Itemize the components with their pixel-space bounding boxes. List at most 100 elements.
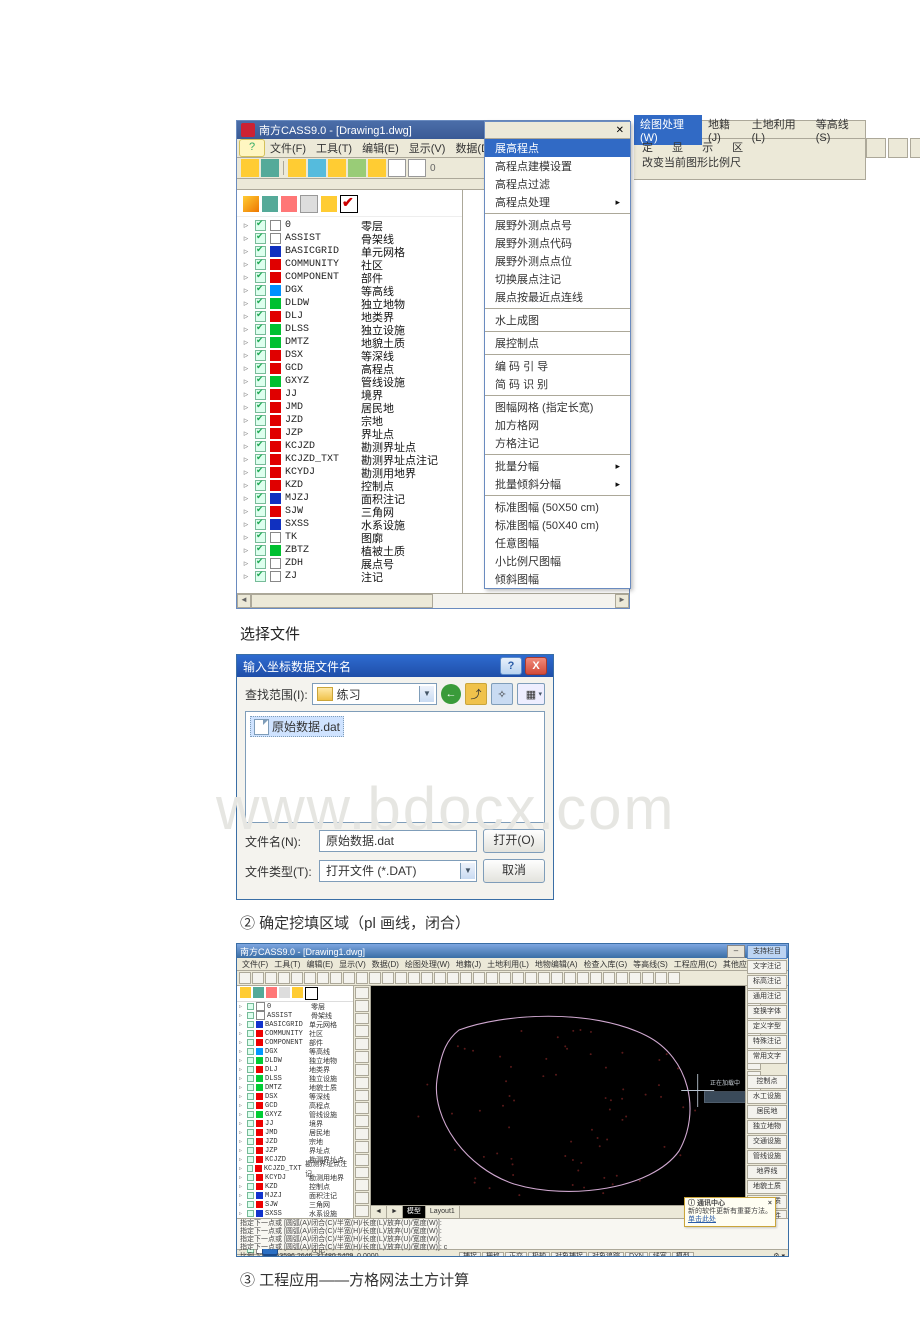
menu-edit[interactable]: 编辑(E) <box>357 139 404 157</box>
tool-icon[interactable] <box>355 1192 369 1204</box>
tool-icon[interactable] <box>355 1051 369 1063</box>
file-list[interactable]: 原始数据.dat <box>245 711 545 823</box>
tool-icon[interactable] <box>616 972 628 984</box>
side-button[interactable]: 支持栏目 <box>747 945 787 959</box>
lookin-combo[interactable]: 练习 ▼ <box>312 683 437 705</box>
status-toggle[interactable]: 模型 <box>672 1252 694 1257</box>
tool-icon[interactable] <box>421 972 433 984</box>
tool-icon[interactable] <box>355 1025 369 1037</box>
menu-item[interactable]: 等高线(S) <box>630 959 671 970</box>
tool-icon[interactable] <box>265 972 277 984</box>
tool-icon[interactable] <box>241 159 259 177</box>
tool-icon[interactable] <box>348 159 366 177</box>
side-button[interactable]: 特殊注记 <box>747 1035 787 1049</box>
layer-row[interactable]: ▹GCD高程点 <box>237 362 462 375</box>
tool-icon[interactable] <box>355 1090 369 1102</box>
menu-landuse[interactable]: 土地利用(L) <box>746 115 810 145</box>
layer-row[interactable]: ▹JZP界址点 <box>237 427 462 440</box>
cancel-button[interactable]: 取消 <box>483 859 545 883</box>
side-button[interactable]: 独立地物 <box>747 1120 787 1134</box>
layer-tool-icon[interactable] <box>340 195 358 213</box>
side-button[interactable]: 居民地 <box>747 1105 787 1119</box>
status-toggle[interactable]: DYN <box>625 1252 648 1257</box>
layer-row[interactable]: ▹JJ境界 <box>237 1119 353 1128</box>
tool-icon[interactable] <box>538 972 550 984</box>
tool-icon[interactable] <box>447 972 459 984</box>
tool-icon[interactable] <box>460 972 472 984</box>
layer-row[interactable]: ▹JZD宗地 <box>237 414 462 427</box>
menu-item[interactable]: 文件(F) <box>239 959 271 970</box>
menu-item[interactable]: 高程点处理 <box>485 193 630 211</box>
filename-input[interactable]: 原始数据.dat <box>319 830 477 852</box>
tool-icon[interactable] <box>486 972 498 984</box>
tool-icon[interactable] <box>408 159 426 177</box>
menu-tool[interactable]: 工具(T) <box>311 139 357 157</box>
menu-item[interactable]: 展控制点 <box>485 334 630 352</box>
side-button[interactable]: 变换字体 <box>747 1005 787 1019</box>
tool-icon[interactable] <box>590 972 602 984</box>
side-button[interactable]: 管线设施 <box>747 1150 787 1164</box>
menu-item[interactable]: 检查入库(G) <box>581 959 631 970</box>
side-button[interactable]: 水工设施 <box>747 1090 787 1104</box>
menu-item[interactable]: 编 码 引 导 <box>485 357 630 375</box>
menu-view[interactable]: 显示(V) <box>404 139 451 157</box>
layout-tab[interactable]: Layout1 <box>426 1206 460 1218</box>
layer-row[interactable]: ▹COMPONENT部件 <box>237 271 462 284</box>
tool-icon[interactable] <box>629 972 641 984</box>
tool-icon[interactable] <box>343 972 355 984</box>
tool-icon[interactable] <box>356 972 368 984</box>
tool-icon[interactable] <box>577 972 589 984</box>
tool-icon[interactable] <box>355 1013 369 1025</box>
layer-row[interactable]: ▹COMMUNITY社区 <box>237 258 462 271</box>
tool-icon[interactable] <box>888 138 908 158</box>
status-toggle[interactable]: 栅格 <box>482 1252 504 1257</box>
tool-icon[interactable] <box>308 159 326 177</box>
tool-icon[interactable] <box>355 1064 369 1076</box>
side-button[interactable]: 定义字型 <box>747 1020 787 1034</box>
menu-item[interactable]: 展高程点 <box>485 139 630 157</box>
status-toggle[interactable]: 正交 <box>505 1252 527 1257</box>
layer-row[interactable]: ▹COMMUNITY社区 <box>237 1029 353 1038</box>
close-icon[interactable]: × <box>768 1200 772 1208</box>
layer-row[interactable]: ▹0零层 <box>237 219 462 232</box>
chevron-down-icon[interactable]: ▼ <box>419 686 434 702</box>
layer-row[interactable]: ▹SXSS水系设施 <box>237 518 462 531</box>
model-tab[interactable]: 模型 <box>403 1206 426 1218</box>
side-button[interactable]: 地貌土质 <box>747 1180 787 1194</box>
layer-row[interactable]: ▹DMTZ地貌土质 <box>237 1083 353 1092</box>
tool-icon[interactable] <box>564 972 576 984</box>
layer-row[interactable]: ▹MJZJ面积注记 <box>237 492 462 505</box>
status-toggle[interactable]: 捕捉 <box>459 1252 481 1257</box>
layer-tool-icon[interactable] <box>321 196 337 212</box>
tool-icon[interactable] <box>434 972 446 984</box>
status-toggle[interactable]: 极轴 <box>528 1252 550 1257</box>
window-titlebar[interactable]: 南方CASS9.0 - [Drawing1.dwg] –□✕ <box>237 944 788 958</box>
dialog-titlebar[interactable]: 输入坐标数据文件名 ? X <box>237 655 553 677</box>
tool-icon[interactable] <box>382 972 394 984</box>
layer-row[interactable]: ▹DLDW独立地物 <box>237 297 462 310</box>
menu-item[interactable]: 标准图幅 (50X40 cm) <box>485 516 630 534</box>
tool-icon[interactable] <box>866 138 886 158</box>
menu-item[interactable]: 展野外测点点位 <box>485 252 630 270</box>
layer-row[interactable]: ▹DSX等深线 <box>237 1092 353 1101</box>
tool-icon[interactable] <box>355 1128 369 1140</box>
command-line[interactable]: 指定下一点或 [圆弧(A)/闭合(C)/半宽(H)/长度(L)/放弃(U)/宽度… <box>237 1218 788 1249</box>
layer-row[interactable]: ▹GXYZ管线设施 <box>237 1110 353 1119</box>
file-item[interactable]: 原始数据.dat <box>250 716 344 737</box>
min-button[interactable]: – <box>727 945 745 958</box>
layer-row[interactable]: ▹DLDW独立地物 <box>237 1056 353 1065</box>
open-button[interactable]: 打开(O) <box>483 829 545 853</box>
tool-icon[interactable] <box>355 1205 369 1217</box>
layer-row[interactable]: ▹ZBTZ植被土质 <box>237 544 462 557</box>
tool-icon[interactable] <box>525 972 537 984</box>
tool-icon[interactable] <box>642 972 654 984</box>
menu-item[interactable]: 展点按最近点连线 <box>485 288 630 306</box>
menu-item[interactable]: 数据(D) <box>369 959 402 970</box>
help-button[interactable]: ? <box>500 657 522 675</box>
tool-icon[interactable] <box>388 159 406 177</box>
filetype-combo[interactable]: 打开文件 (*.DAT)▼ <box>319 860 477 882</box>
layer-tool-icon[interactable] <box>262 196 278 212</box>
menu-item[interactable]: 简 码 识 别 <box>485 375 630 393</box>
menu-item[interactable]: 工程应用(C) <box>671 959 720 970</box>
menu-item[interactable]: 土地利用(L) <box>484 959 532 970</box>
